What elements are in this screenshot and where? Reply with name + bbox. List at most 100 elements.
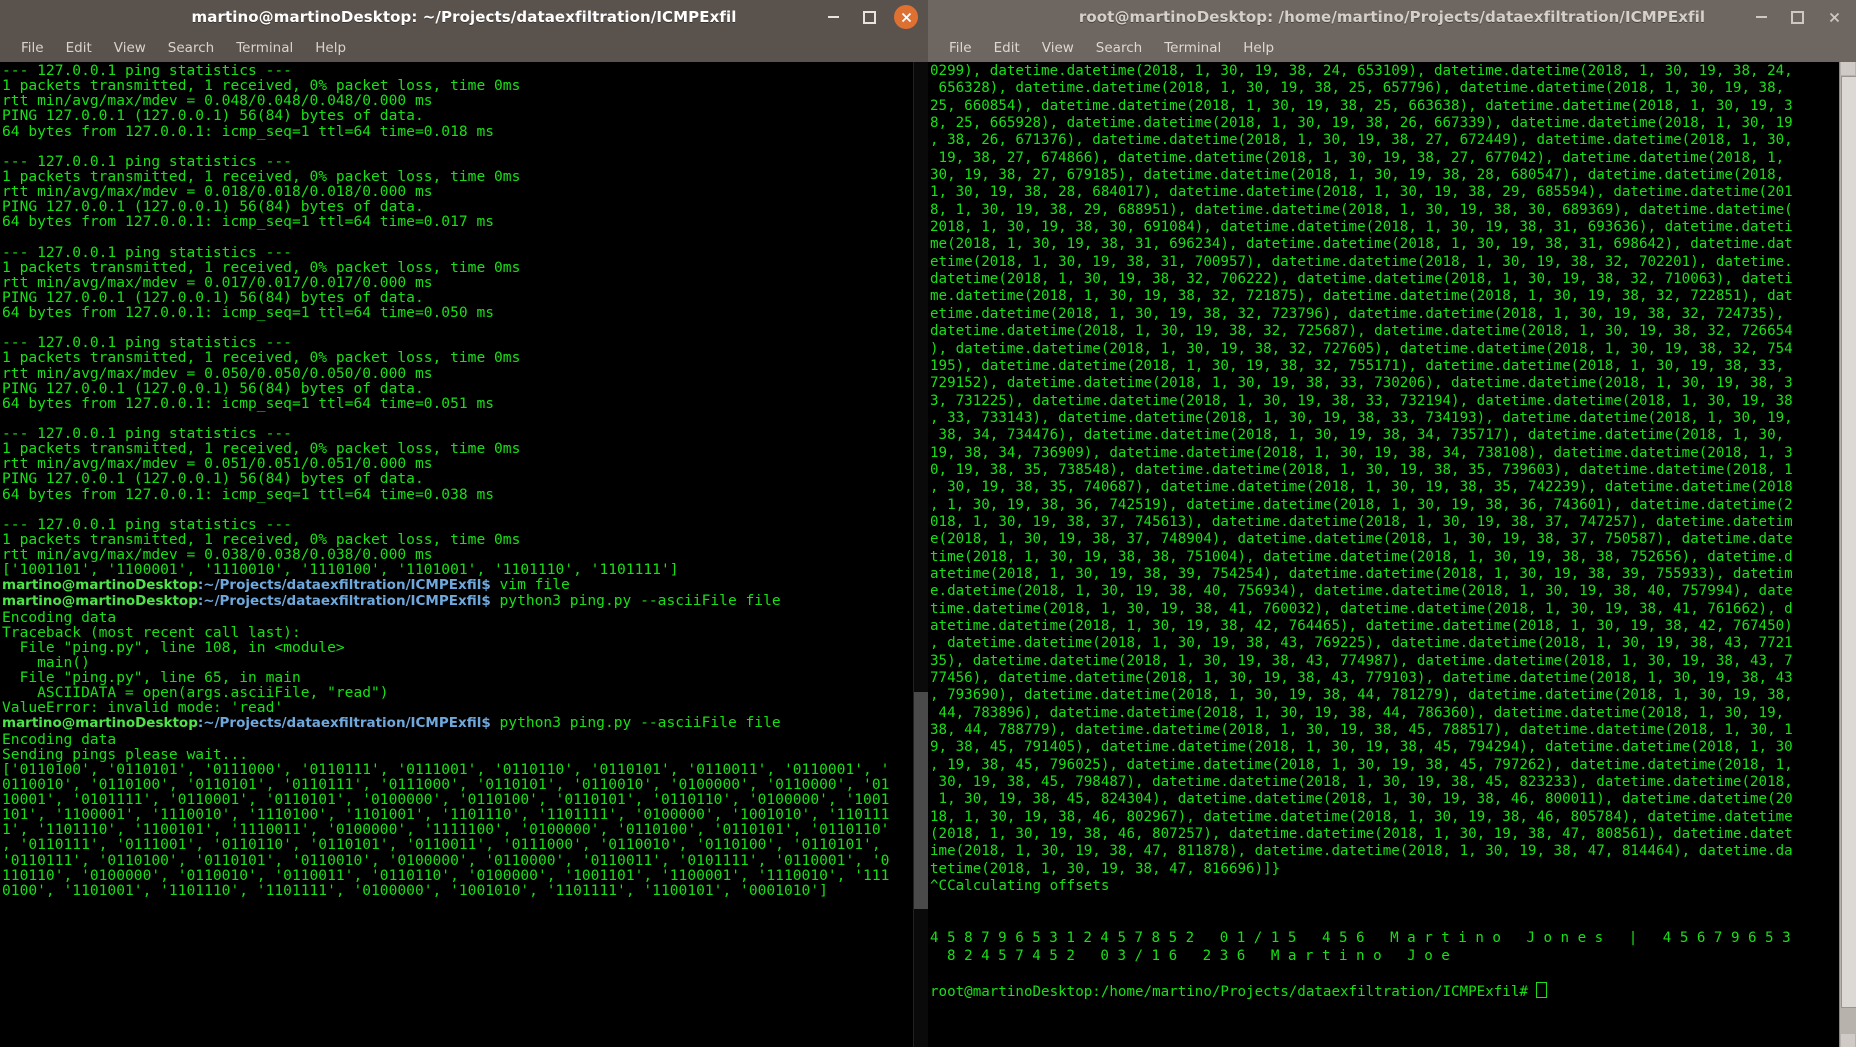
terminal-line: 77456), datetime.datetime(2018, 1, 30, 1… — [930, 670, 1793, 687]
terminal-window-right: root@martinoDesktop: /home/martino/Proje… — [928, 0, 1856, 1047]
desktop: martino@martinoDesktop: ~/Projects/datae… — [0, 0, 1856, 1047]
terminal-line: 1', '1101110', '1100101', '1110011', '01… — [2, 821, 890, 839]
terminal-line: --- 127.0.0.1 ping statistics --- — [2, 425, 292, 442]
terminal-line: rtt min/avg/max/mdev = 0.018/0.018/0.018… — [2, 183, 433, 200]
prompt-command: python3 ping.py --asciiFile file — [490, 714, 781, 732]
terminal-line: PING 127.0.0.1 (127.0.0.1) 56(84) bytes … — [2, 470, 424, 488]
left-window-controls — [822, 0, 918, 34]
terminal-line: 0299), datetime.datetime(2018, 1, 30, 19… — [930, 63, 1793, 79]
terminal-prompt-line: martino@martinoDesktop:~/Projects/dataex… — [2, 715, 928, 731]
terminal-line: , 33, 733143), datetime.datetime(2018, 1… — [930, 409, 1793, 426]
terminal-line: 64 bytes from 127.0.0.1: icmp_seq=1 ttl=… — [2, 394, 495, 412]
terminal-line: ValueError: invalid mode: 'read' — [2, 699, 284, 717]
left-menubar: File Edit View Search Terminal Help — [0, 34, 928, 62]
terminal-line: 44, 783896), datetime.datetime(2018, 1, … — [930, 704, 1785, 721]
terminal-line: main() — [2, 653, 90, 671]
terminal-line: 64 bytes from 127.0.0.1: icmp_seq=1 ttl=… — [2, 485, 495, 503]
terminal-line: 110110', '0100000', '0110010', '0110011'… — [2, 866, 890, 884]
terminal-line: 8, 25, 665928), datetime.datetime(2018, … — [930, 115, 1793, 132]
terminal-line: 9, 38, 45, 791405), datetime.datetime(20… — [930, 739, 1793, 756]
right-menubar: File Edit View Search Terminal Help — [928, 34, 1856, 62]
terminal-line: time.datetime(2018, 1, 30, 19, 38, 41, 7… — [930, 600, 1793, 617]
prompt-user: martino@martinoDesktop — [2, 715, 198, 732]
terminal-line: 19, 38, 34, 736909), datetime.datetime(2… — [930, 444, 1793, 461]
terminal-line: ), datetime.datetime(2018, 1, 30, 19, 38… — [930, 340, 1793, 357]
menu-terminal[interactable]: Terminal — [225, 38, 304, 58]
right-terminal-area[interactable]: 0299), datetime.datetime(2018, 1, 30, 19… — [928, 62, 1856, 1047]
terminal-line: 35), datetime.datetime(2018, 1, 30, 19, … — [930, 652, 1793, 669]
right-window-title: root@martinoDesktop: /home/martino/Proje… — [1078, 8, 1706, 26]
terminal-line: 1 packets transmitted, 1 received, 0% pa… — [2, 258, 521, 276]
right-scrollbar[interactable] — [1839, 62, 1856, 1047]
terminal-line: --- 127.0.0.1 ping statistics --- — [2, 515, 292, 533]
terminal-line: 8, 1, 30, 19, 38, 29, 688951), datetime.… — [930, 201, 1793, 218]
menu-search[interactable]: Search — [157, 38, 225, 58]
terminal-line: ^CCalculating offsets — [930, 878, 1110, 895]
terminal-line: time(2018, 1, 30, 19, 38, 38, 751004), d… — [930, 548, 1793, 565]
terminal-line: PING 127.0.0.1 (127.0.0.1) 56(84) bytes … — [2, 379, 424, 397]
terminal-line: datetime.datetime(2018, 1, 30, 19, 38, 3… — [930, 323, 1793, 340]
terminal-line: 1, 30, 19, 38, 28, 684017), datetime.dat… — [930, 184, 1793, 201]
menu-view[interactable]: View — [1031, 38, 1085, 58]
terminal-cursor — [1536, 982, 1548, 999]
terminal-line: 2018, 1, 30, 19, 38, 30, 691084), dateti… — [930, 219, 1793, 236]
terminal-line: 1 packets transmitted, 1 received, 0% pa… — [2, 440, 521, 458]
menu-edit[interactable]: Edit — [55, 38, 103, 58]
close-button[interactable] — [894, 5, 918, 29]
scroll-down-arrow[interactable] — [1841, 1034, 1855, 1047]
left-titlebar[interactable]: martino@martinoDesktop: ~/Projects/datae… — [0, 0, 928, 34]
terminal-line: me(2018, 1, 30, 19, 38, 31, 696234), dat… — [930, 236, 1793, 253]
left-terminal-area[interactable]: --- 127.0.0.1 ping statistics --- 1 packe… — [0, 62, 928, 1047]
close-button[interactable] — [1822, 5, 1846, 29]
terminal-prompt-line: martino@martinoDesktop:~/Projects/dataex… — [2, 577, 928, 593]
terminal-line: 656328), datetime.datetime(2018, 1, 30, … — [930, 80, 1785, 97]
terminal-line: ASCIIDATA = open(args.asciiFile, "read") — [2, 684, 389, 702]
menu-edit[interactable]: Edit — [983, 38, 1031, 58]
terminal-line: ime(2018, 1, 30, 19, 38, 47, 811878), da… — [930, 843, 1793, 860]
terminal-line: (2018, 1, 30, 19, 38, 46, 807257), datet… — [930, 826, 1793, 843]
maximize-button[interactable] — [858, 6, 880, 28]
terminal-window-left: martino@martinoDesktop: ~/Projects/datae… — [0, 0, 928, 1047]
terminal-line: rtt min/avg/max/mdev = 0.038/0.038/0.038… — [2, 546, 433, 563]
root-prompt-line: root@martinoDesktop:/home/martino/Projec… — [930, 982, 1856, 1001]
menu-terminal[interactable]: Terminal — [1153, 38, 1232, 58]
menu-view[interactable]: View — [103, 38, 157, 58]
close-icon — [901, 12, 911, 22]
terminal-line: '0110111', '0110100', '0110101', '011001… — [2, 851, 890, 869]
terminal-line: 0110010', '0110100', '0110101', '0110111… — [2, 775, 890, 793]
right-scrollbar-thumb[interactable] — [1841, 76, 1856, 1008]
menu-help[interactable]: Help — [1232, 38, 1285, 58]
menu-help[interactable]: Help — [304, 38, 357, 58]
terminal-line: tetime(2018, 1, 30, 19, 38, 47, 816696)]… — [930, 860, 1281, 877]
terminal-line: 25, 660854), datetime.datetime(2018, 1, … — [930, 97, 1793, 114]
terminal-line: 19, 38, 27, 674866), datetime.datetime(2… — [930, 149, 1785, 166]
terminal-line: 0, 19, 38, 35, 738548), datetime.datetim… — [930, 461, 1793, 478]
terminal-line: 38, 44, 788779), datetime.datetime(2018,… — [930, 722, 1793, 739]
right-titlebar[interactable]: root@martinoDesktop: /home/martino/Proje… — [928, 0, 1856, 34]
minimize-button[interactable] — [1750, 6, 1772, 28]
terminal-line: , 19, 38, 45, 796025), datetime.datetime… — [930, 756, 1793, 773]
left-scrollbar[interactable] — [913, 62, 928, 1047]
menu-file[interactable]: File — [938, 38, 983, 58]
scroll-up-arrow[interactable] — [1841, 62, 1855, 75]
terminal-line: e.datetime(2018, 1, 30, 19, 38, 40, 7569… — [930, 583, 1793, 600]
terminal-line: --- 127.0.0.1 ping statistics --- — [2, 243, 292, 261]
menu-search[interactable]: Search — [1085, 38, 1153, 58]
minimize-button[interactable] — [822, 6, 844, 28]
maximize-button[interactable] — [1786, 6, 1808, 28]
terminal-line: File "ping.py", line 65, in main — [2, 669, 301, 686]
menu-file[interactable]: File — [10, 38, 55, 58]
terminal-line: 195), datetime.datetime(2018, 1, 30, 19,… — [930, 357, 1785, 374]
left-scrollbar-thumb[interactable] — [914, 692, 928, 910]
terminal-line: PING 127.0.0.1 (127.0.0.1) 56(84) bytes … — [2, 107, 424, 125]
terminal-line: rtt min/avg/max/mdev = 0.048/0.048/0.048… — [2, 92, 433, 110]
terminal-line: 729152), datetime.datetime(2018, 1, 30, … — [930, 375, 1793, 392]
terminal-line: Encoding data — [2, 730, 117, 748]
root-prompt-text: root@martinoDesktop:/home/martino/Projec… — [930, 984, 1528, 1001]
terminal-line: rtt min/avg/max/mdev = 0.051/0.051/0.051… — [2, 455, 433, 473]
